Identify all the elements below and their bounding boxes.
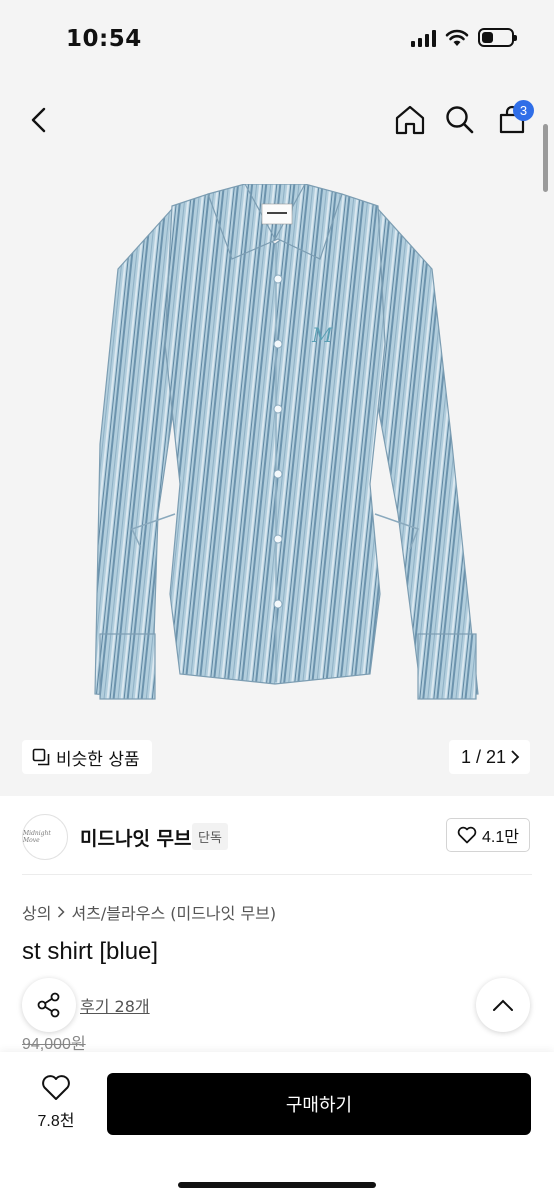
scrollbar[interactable] [543,124,548,192]
back-button[interactable] [18,98,62,142]
original-price: 94,000원 [22,1036,86,1053]
wishlist-count: 7.8천 [37,1113,75,1130]
bottom-action-bar: 7.8천 구매하기 [0,1052,554,1200]
chevron-left-icon [31,107,46,133]
product-image[interactable]: M [40,184,510,744]
image-counter-text: 1 / 21 [460,746,506,767]
chevron-up-icon [493,999,513,1011]
status-icons [411,28,517,47]
search-button[interactable] [438,98,482,142]
reviews-link[interactable]: 후기 28개 [80,993,150,1017]
brand-like-count: 4.1만 [482,829,519,846]
similar-products-label: 비슷한 상품 [56,749,140,770]
home-indicator[interactable] [178,1182,376,1188]
status-bar: 10:54 [0,0,554,84]
heart-icon [457,826,477,844]
chevron-right-icon [511,750,520,764]
image-counter[interactable]: 1 / 21 [448,740,530,774]
top-nav: 3 [0,84,554,156]
cart-count-badge: 3 [513,100,534,121]
share-button[interactable] [22,978,76,1032]
svg-text:M: M [311,323,333,347]
battery-icon [478,28,517,47]
divider [22,874,532,875]
status-time: 10:54 [66,26,142,52]
similar-products-button[interactable]: 비슷한 상품 [22,740,152,774]
breadcrumb: 상의 셔츠/블라우스 (미드나잇 무브) [22,900,276,924]
scroll-to-top-button[interactable] [476,978,530,1032]
breadcrumb-item[interactable]: 상의 [22,900,51,924]
home-icon [395,105,425,135]
brand-like-button[interactable]: 4.1만 [446,818,530,852]
home-button[interactable] [388,98,432,142]
battery-level [482,32,494,43]
wifi-icon [445,29,469,46]
cart-button[interactable]: 3 [490,98,534,142]
search-icon [446,106,474,134]
heart-icon [42,1075,70,1100]
buy-button[interactable]: 구매하기 [107,1073,531,1135]
brand-logo[interactable]: Midnight Move [22,814,68,860]
breadcrumb-item[interactable]: 셔츠/블라우스 (미드나잇 무브) [71,900,276,924]
chevron-right-icon [58,906,66,918]
wishlist-button[interactable]: 7.8천 [28,1074,84,1131]
brand-row: Midnight Move 미드나잇 무브 단독 4.1만 [0,810,554,874]
product-title: st shirt [blue] [22,938,159,965]
cellular-signal-icon [411,29,436,47]
brand-name[interactable]: 미드나잇 무브 [80,824,192,851]
exclusive-badge: 단독 [192,823,228,850]
copy-icon [32,748,50,766]
share-icon [37,992,60,1018]
product-gallery[interactable]: 3 M 비슷한 상품 1 / 21 [0,84,554,796]
